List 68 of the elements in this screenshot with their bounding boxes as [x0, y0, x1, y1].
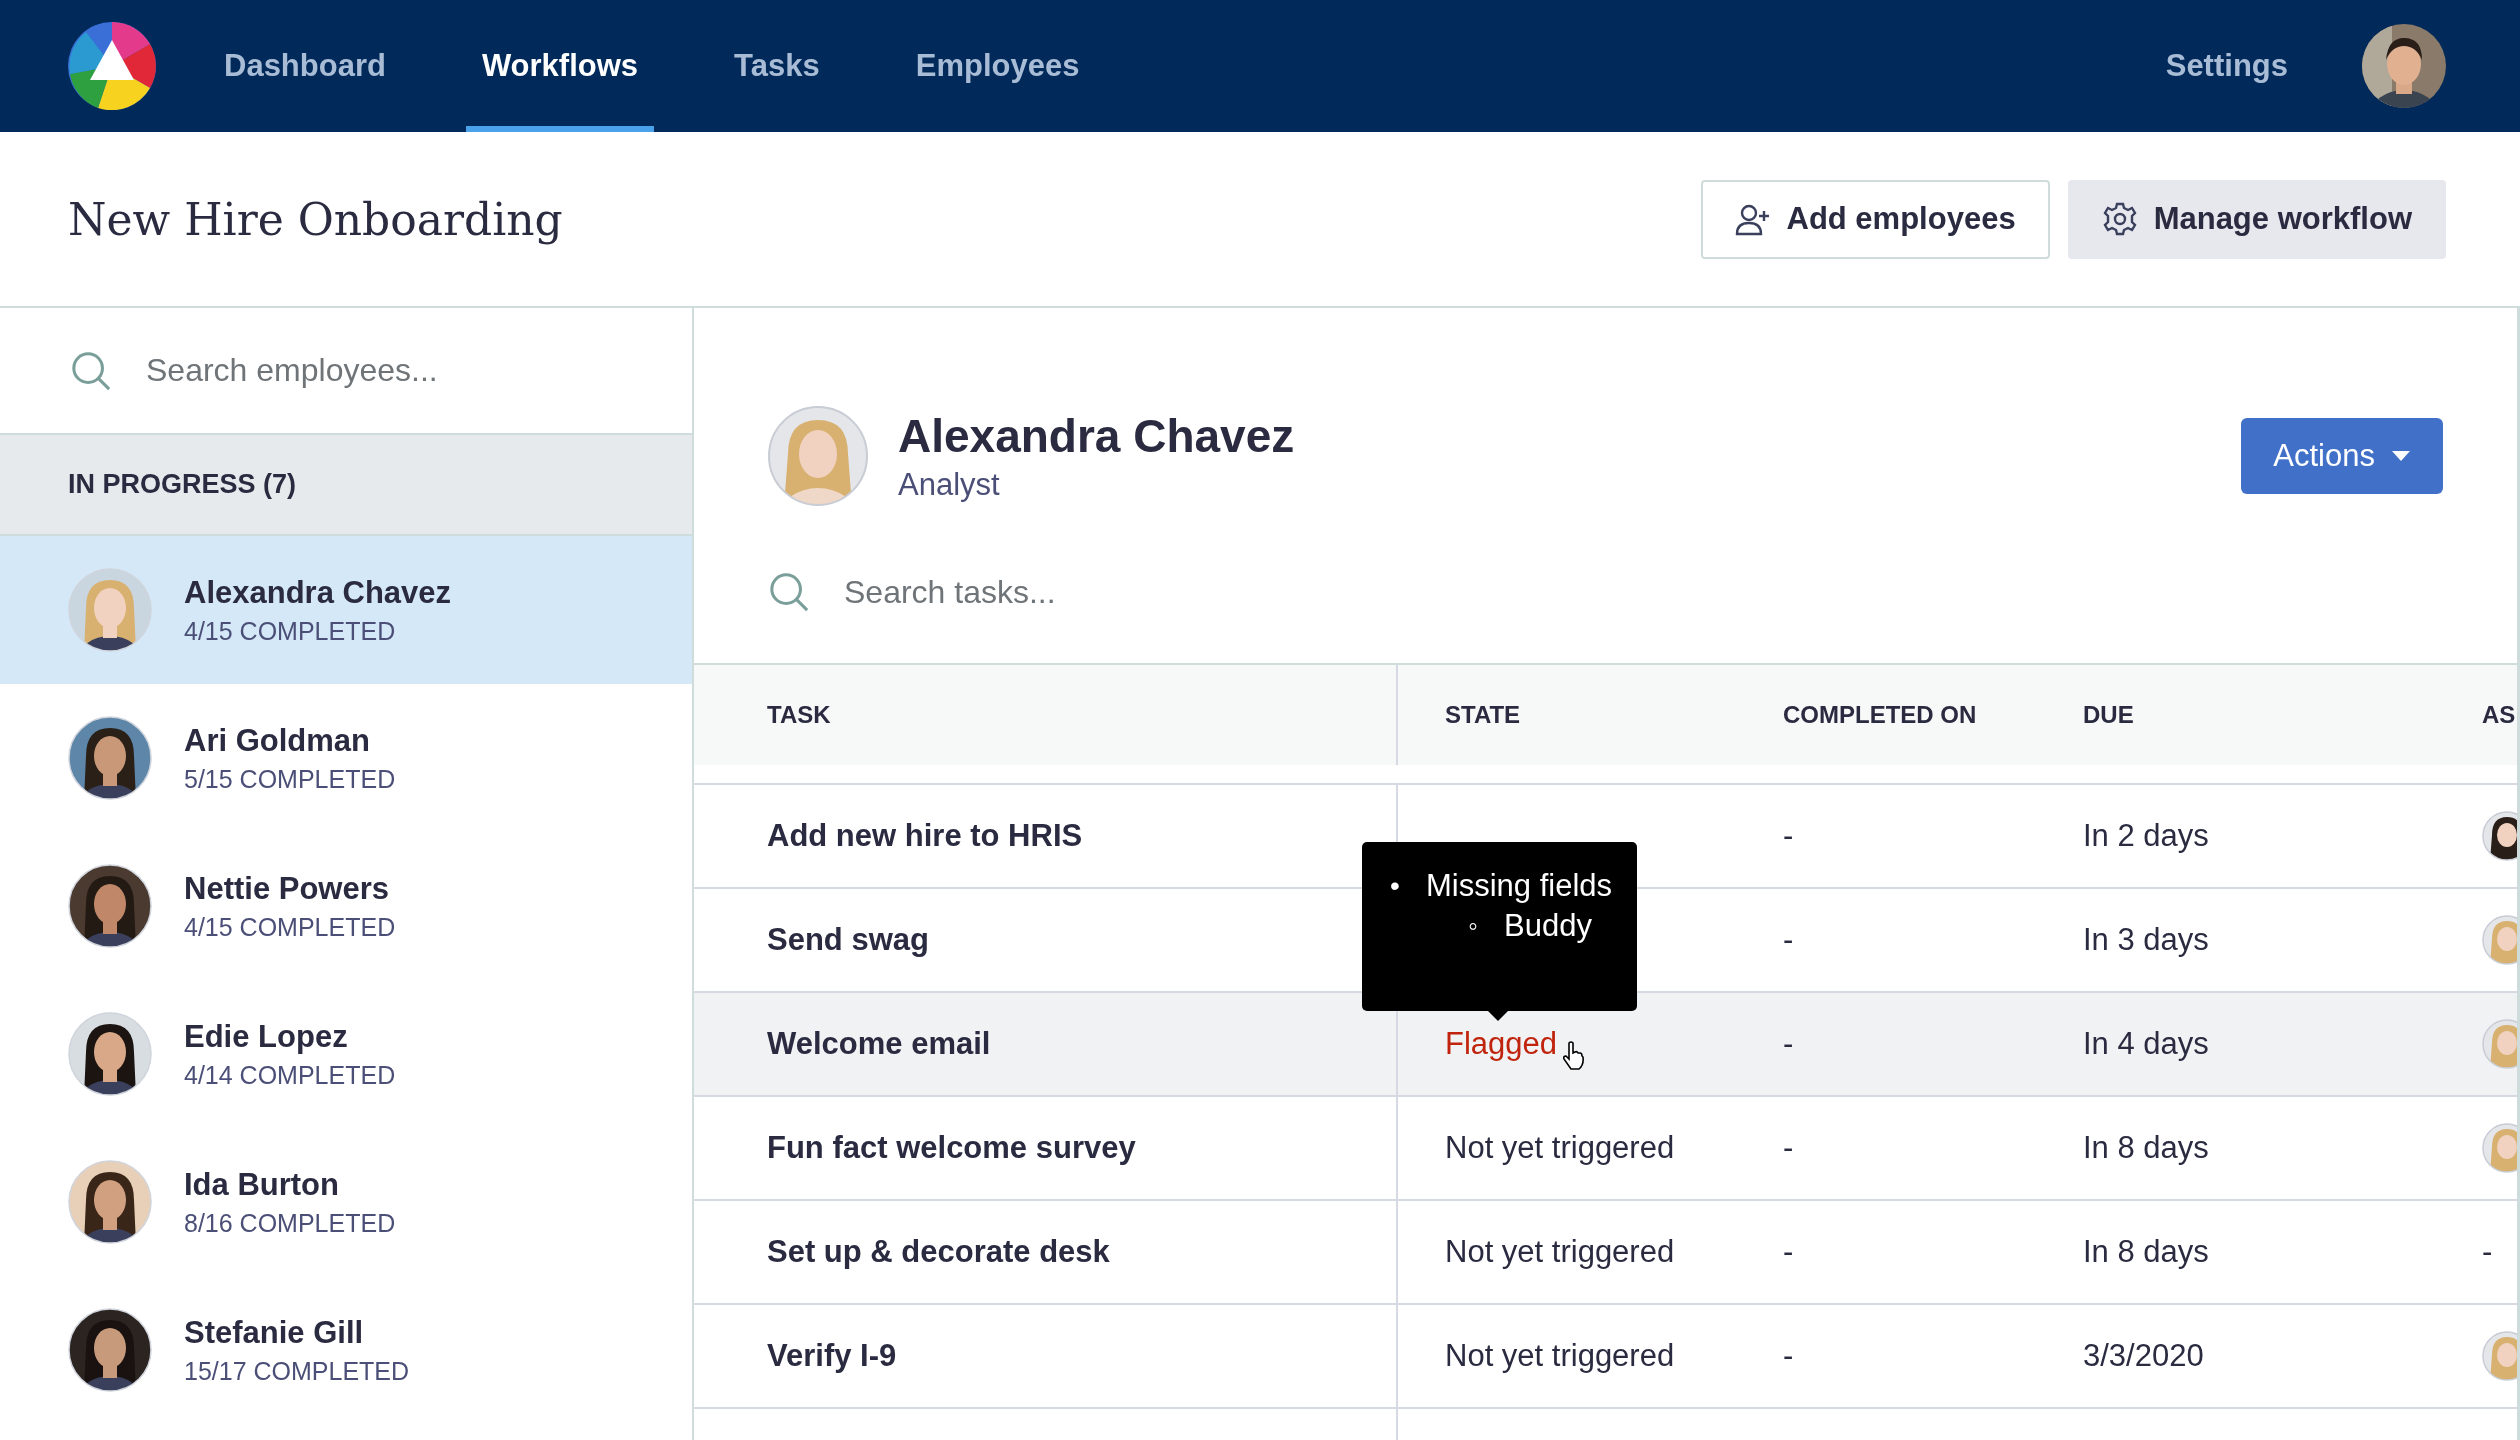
due-date: In 4 days: [2083, 1026, 2209, 1062]
column-header: DUE: [2083, 700, 2135, 730]
completed-date: -: [1783, 1338, 1794, 1374]
page-title: New Hire Onboarding: [68, 193, 563, 245]
task-name: Welcome email: [767, 1026, 991, 1062]
completed-date: -: [1783, 1234, 1794, 1270]
due-date: 3/3/2020: [2083, 1338, 2204, 1374]
add-employees-button[interactable]: Add employees: [1700, 179, 2050, 259]
employee-name-heading: Alexandra Chavez: [898, 409, 1295, 463]
employee-name: Ari Goldman: [184, 722, 371, 759]
employee-search-field[interactable]: Search employees...: [144, 351, 648, 390]
hand-cursor-icon: [1561, 1041, 1586, 1071]
progress-label: 4/15 COMPLETED: [184, 616, 397, 646]
task-row[interactable]: Fun fact welcome survey Not yet triggered - In 8 days: [694, 1095, 2517, 1199]
task-name: Verify I-9: [767, 1338, 897, 1374]
caret-icon: [2391, 450, 2411, 462]
column-header: STATE: [1396, 665, 1783, 765]
employee-list-item[interactable]: Nettie Powers 4/15 COMPLETED: [0, 832, 692, 980]
bullet: ◦: [1467, 910, 1479, 942]
completed-date: -: [1783, 922, 1794, 958]
progress-label: 4/14 COMPLETED: [184, 1060, 396, 1090]
nav-tab[interactable]: Dashboard: [208, 0, 402, 132]
due-date: In 3 days: [2083, 922, 2209, 958]
employee-list-item[interactable]: Ari Goldman 5/15 COMPLETED: [0, 684, 692, 832]
progress-label: 4/15 COMPLETED: [184, 912, 396, 942]
search-icon: [70, 349, 112, 392]
employee-name: Ida Burton: [184, 1166, 340, 1203]
employee-list-item[interactable]: Alexandra Chavez 4/15 COMPLETED: [0, 536, 692, 684]
nav-tab[interactable]: Tasks: [718, 0, 836, 132]
employee-list-item[interactable]: Ida Burton 8/16 COMPLETED: [0, 1128, 692, 1276]
progress-label: 8/16 COMPLETED: [184, 1208, 396, 1238]
completed-date: -: [1783, 1130, 1794, 1166]
manage-workflow-button[interactable]: Manage workflow: [2067, 179, 2446, 259]
tooltip-text: Buddy: [1504, 908, 1592, 944]
assignee-text: -: [2482, 1234, 2493, 1270]
employee-name: Stefanie Gill: [184, 1314, 365, 1351]
nav-tab[interactable]: Workflows: [465, 0, 655, 132]
settings-icon: [2101, 201, 2138, 237]
task-row[interactable]: Verify I-9 Not yet triggered - 3/3/2020: [694, 1303, 2517, 1407]
progress-label: 5/15 COMPLETED: [184, 764, 396, 794]
employee-name: Nettie Powers: [184, 870, 390, 907]
due-date: In 8 days: [2083, 1130, 2209, 1166]
employee-list-item[interactable]: Stefanie Gill 15/17 COMPLETED: [0, 1276, 692, 1424]
completed-date: -: [1783, 1026, 1794, 1062]
progress-label: 15/17 COMPLETED: [184, 1356, 410, 1386]
settings-link[interactable]: Settings: [2149, 0, 2304, 132]
task-name: Set up & decorate desk: [767, 1234, 1110, 1270]
job-title: Analyst: [898, 467, 1001, 503]
logo-icon[interactable]: [68, 22, 156, 110]
task-state: Not yet triggered: [1445, 1338, 1675, 1374]
due-date: In 8 days: [2083, 1234, 2209, 1270]
nav-tab[interactable]: Employees: [899, 0, 1096, 132]
employee-name: Edie Lopez: [184, 1018, 349, 1055]
column-header: AS: [2482, 700, 2517, 730]
task-name: Send swag: [767, 922, 929, 958]
task-row[interactable]: Set up & decorate desk Not yet triggered - In 8 days -: [694, 1199, 2517, 1303]
search-icon: [768, 571, 810, 613]
employee-name: Alexandra Chavez: [184, 574, 452, 611]
task-search-field[interactable]: Search tasks...: [842, 572, 1346, 612]
task-state: Not yet triggered: [1445, 1130, 1675, 1166]
employee-list-item[interactable]: Edie Lopez 4/14 COMPLETED: [0, 980, 692, 1128]
task-state: Flagged: [1445, 1026, 1558, 1062]
column-header: COMPLETED ON: [1783, 700, 1978, 730]
column-header: TASK: [766, 700, 832, 730]
task-name: Fun fact welcome survey: [767, 1130, 1136, 1166]
task-state: Not yet triggered: [1445, 1234, 1675, 1270]
actions-button[interactable]: Actions: [2241, 418, 2443, 494]
group-header: IN PROGRESS (7): [0, 433, 692, 536]
